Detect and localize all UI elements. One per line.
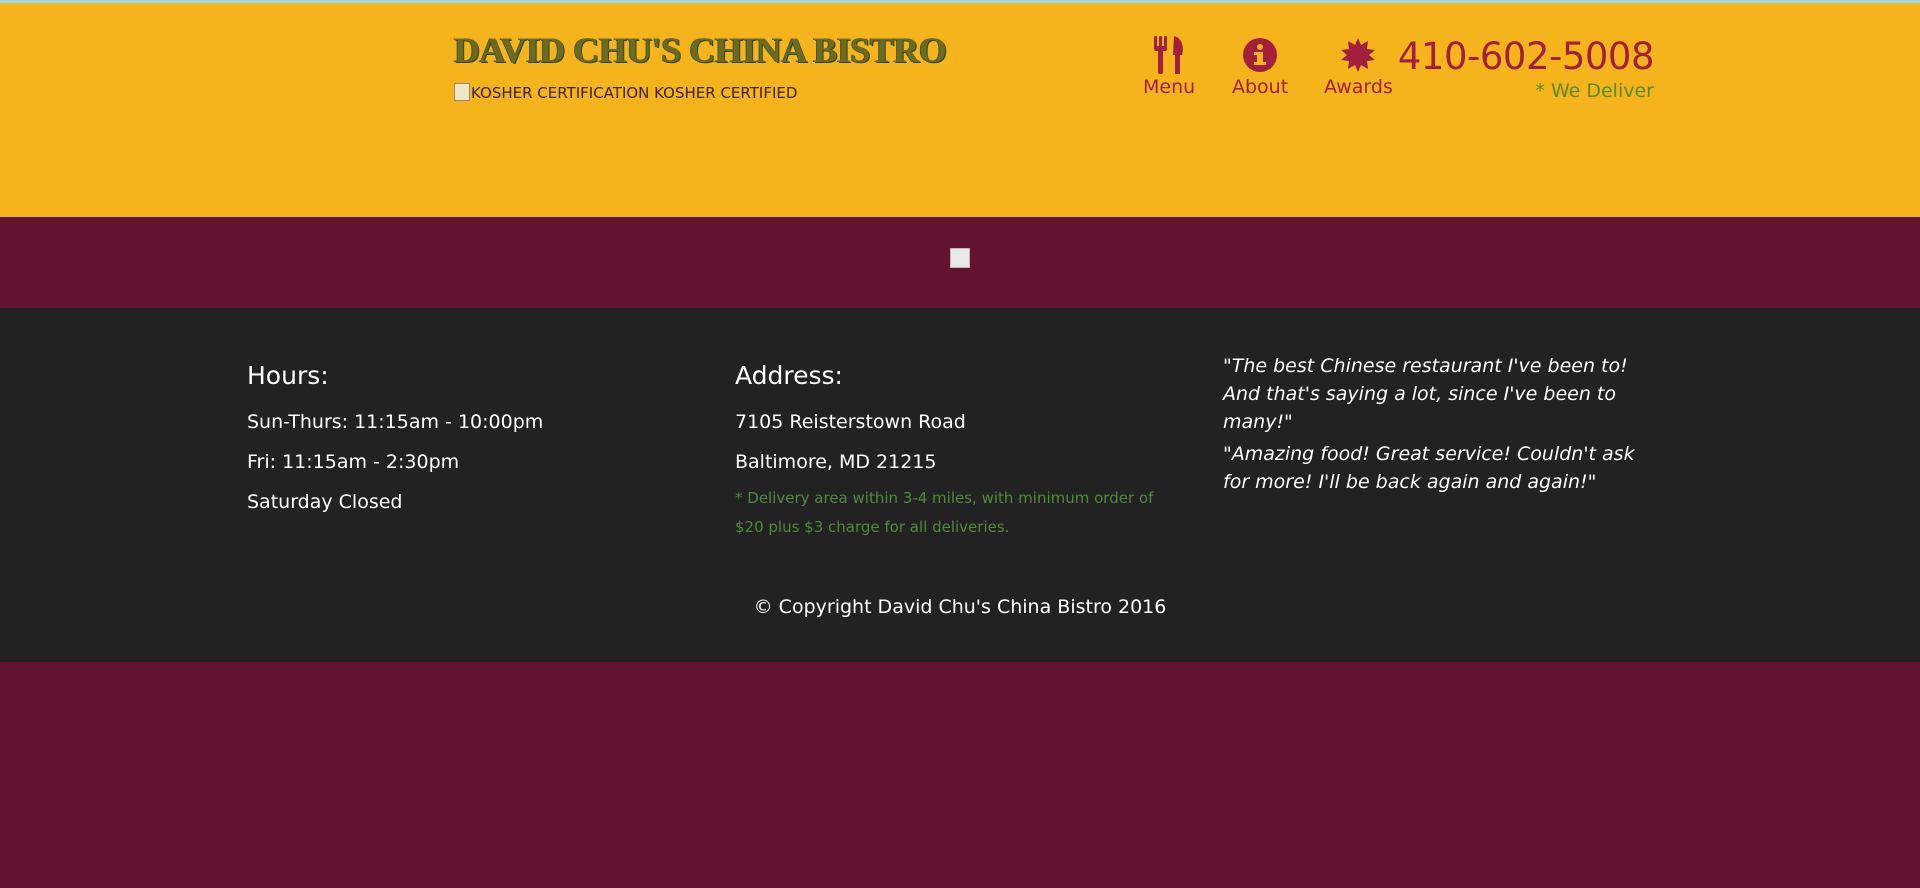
brand-title[interactable]: DAVID CHU'S CHINA BISTRO	[454, 29, 947, 71]
address-city: Baltimore, MD 21215	[735, 451, 937, 473]
address-street: 7105 Reisterstown Road	[735, 411, 966, 433]
testimonial-quote: "The best Chinese restaurant I've been t…	[1223, 355, 1628, 433]
nav-awards-label: Awards	[1324, 76, 1393, 98]
site-footer: Hours: Sun-Thurs: 11:15am - 10:00pm Fri:…	[0, 308, 1920, 662]
copyright-text: © Copyright David Chu's China Bistro 201…	[753, 596, 1167, 618]
kosher-certification-image	[454, 83, 470, 101]
kosher-certification-text: KOSHER CERTIFICATION KOSHER CERTIFIED	[471, 84, 798, 102]
hours-line: Fri: 11:15am - 2:30pm	[247, 451, 460, 473]
hours-line: Saturday Closed	[247, 491, 403, 513]
hours-heading: Hours:	[247, 361, 329, 390]
nav-about-link[interactable]: About	[1232, 35, 1288, 98]
site-header: DAVID CHU'S CHINA BISTRO KOSHER CERTIFIC…	[0, 3, 1920, 217]
phone-number-link[interactable]: 410-602-5008	[1398, 35, 1655, 78]
award-seal-icon	[1340, 35, 1376, 75]
jumbotron-banner	[0, 217, 1920, 308]
nav-awards-link[interactable]: Awards	[1324, 35, 1393, 98]
fork-knife-icon	[1152, 35, 1186, 75]
testimonial-quote: "Amazing food! Great service! Couldn't a…	[1223, 443, 1635, 493]
we-deliver-note: * We Deliver	[1535, 80, 1654, 102]
address-heading: Address:	[735, 361, 843, 390]
page-background	[0, 662, 1920, 888]
nav-about-label: About	[1232, 76, 1289, 98]
banner-image	[950, 248, 970, 268]
info-circle-icon	[1242, 35, 1278, 75]
delivery-area-note: * Delivery area within 3-4 miles, with m…	[735, 489, 1154, 536]
nav-menu-label: Menu	[1143, 76, 1196, 98]
hours-line: Sun-Thurs: 11:15am - 10:00pm	[247, 411, 544, 433]
nav-menu-link[interactable]: Menu	[1143, 35, 1195, 98]
kosher-certification: KOSHER CERTIFICATION KOSHER CERTIFIED	[454, 83, 798, 102]
